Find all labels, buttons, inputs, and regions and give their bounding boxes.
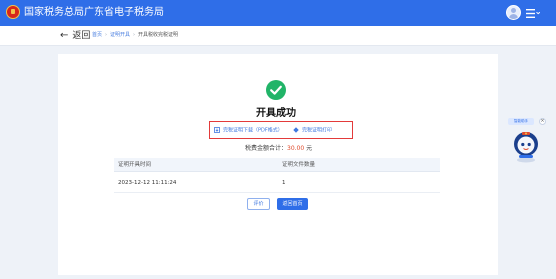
breadcrumb-separator-icon: › — [105, 32, 108, 38]
column-header-file-count: 证明文件数量 — [282, 162, 316, 168]
download-icon — [214, 127, 220, 133]
breadcrumb-current: 开具税收完税证明 — [138, 32, 179, 38]
breadcrumb-certificate[interactable]: 证明开具 — [110, 32, 130, 38]
success-title: 开具成功 — [256, 108, 296, 119]
amount-label: 税费金额合计： — [245, 145, 288, 152]
assistant-tag[interactable]: 智能助手 — [508, 118, 534, 125]
close-icon[interactable]: × — [539, 118, 546, 125]
certificate-download-link[interactable]: 完税证明下载（PDF格式） — [214, 127, 283, 135]
assistant-widget[interactable]: 智能助手 × — [508, 118, 550, 164]
tax-amount-total: 税费金额合计：30.00 元 — [245, 145, 312, 153]
breadcrumb-separator-icon: › — [133, 32, 136, 38]
amount-unit: 元 — [306, 145, 313, 152]
back-arrow-icon: ← — [60, 30, 69, 41]
column-header-issue-time: 证明开具时间 — [118, 162, 152, 168]
site-title: 国家税务总局广东省电子税务局 — [24, 7, 164, 18]
amount-value: 30.00 — [287, 145, 305, 152]
cell-file-count: 1 — [282, 180, 286, 186]
breadcrumb: 首页 › 证明开具 › 开具税收完税证明 — [92, 31, 178, 39]
breadcrumb-home[interactable]: 首页 — [92, 32, 102, 38]
print-label: 完税证明打印 — [302, 127, 333, 134]
certificate-print-link[interactable]: 完税证明打印 — [293, 127, 332, 135]
menu-icon[interactable] — [526, 9, 540, 18]
back-button[interactable]: ← 返回 — [60, 30, 90, 42]
assistant-robot-icon[interactable] — [512, 129, 540, 163]
back-label: 返回 — [72, 31, 91, 41]
download-label: 完税证明下载（PDF格式） — [223, 127, 283, 134]
table-header-row: 证明开具时间 证明文件数量 — [114, 158, 440, 172]
table-row: 2023-12-12 11:11:24 1 — [114, 172, 440, 193]
user-avatar-icon[interactable] — [506, 5, 521, 20]
success-check-icon — [266, 80, 286, 100]
return-home-button[interactable]: 返回首页 — [277, 198, 308, 210]
national-emblem-icon — [6, 5, 20, 19]
top-header-bar: 国家税务总局广东省电子税务局 — [0, 0, 556, 26]
cell-issue-time: 2023-12-12 11:11:24 — [118, 180, 177, 186]
review-button[interactable]: 评价 — [247, 198, 270, 210]
print-icon — [293, 127, 299, 133]
